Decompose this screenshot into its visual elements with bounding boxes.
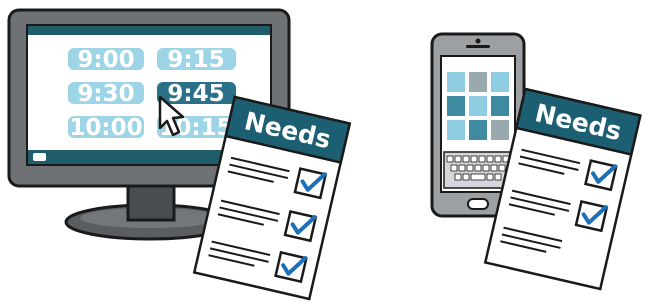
time-slot-button[interactable]: 10:00 xyxy=(68,115,144,141)
checkbox xyxy=(274,250,308,284)
app-tile[interactable] xyxy=(491,96,509,116)
app-tile[interactable] xyxy=(447,96,465,116)
app-tile[interactable] xyxy=(447,72,465,92)
phone-camera xyxy=(475,38,481,44)
time-slot-label: 9:00 xyxy=(77,47,134,73)
checkbox xyxy=(283,209,318,243)
time-slot-button[interactable]: 9:15 xyxy=(157,47,236,73)
app-tile[interactable] xyxy=(447,120,465,140)
app-tile[interactable] xyxy=(491,72,509,92)
illustration-scene: 9:00 9:15 9:30 9:45 10:00 10:15 Needs Ne… xyxy=(0,0,651,307)
app-tile-grid xyxy=(447,72,509,140)
illustration-canvas: 9:00 9:15 9:30 9:45 10:00 10:15 Needs Ne… xyxy=(7,8,642,301)
app-tile[interactable] xyxy=(469,120,487,140)
app-tile[interactable] xyxy=(469,72,487,92)
screen-top-bar xyxy=(28,26,270,35)
time-slot-label: 10:00 xyxy=(69,115,142,141)
app-tile[interactable] xyxy=(491,120,509,140)
time-slot-button[interactable]: 9:30 xyxy=(68,81,144,107)
monitor-stand-neck xyxy=(126,183,176,222)
time-slot-label: 9:45 xyxy=(167,81,224,107)
checkbox xyxy=(583,159,618,192)
checkbox xyxy=(293,167,328,200)
taskbar-start-button[interactable] xyxy=(33,153,46,161)
keyboard-icon[interactable] xyxy=(443,151,513,189)
time-slot-label: 9:30 xyxy=(77,81,134,107)
phone-home-button[interactable] xyxy=(467,198,489,210)
time-slot-button[interactable]: 9:00 xyxy=(68,47,144,73)
app-tile[interactable] xyxy=(469,96,487,116)
checkbox xyxy=(574,199,609,233)
time-slot-label: 9:15 xyxy=(167,47,224,73)
phone-speaker xyxy=(466,45,490,48)
